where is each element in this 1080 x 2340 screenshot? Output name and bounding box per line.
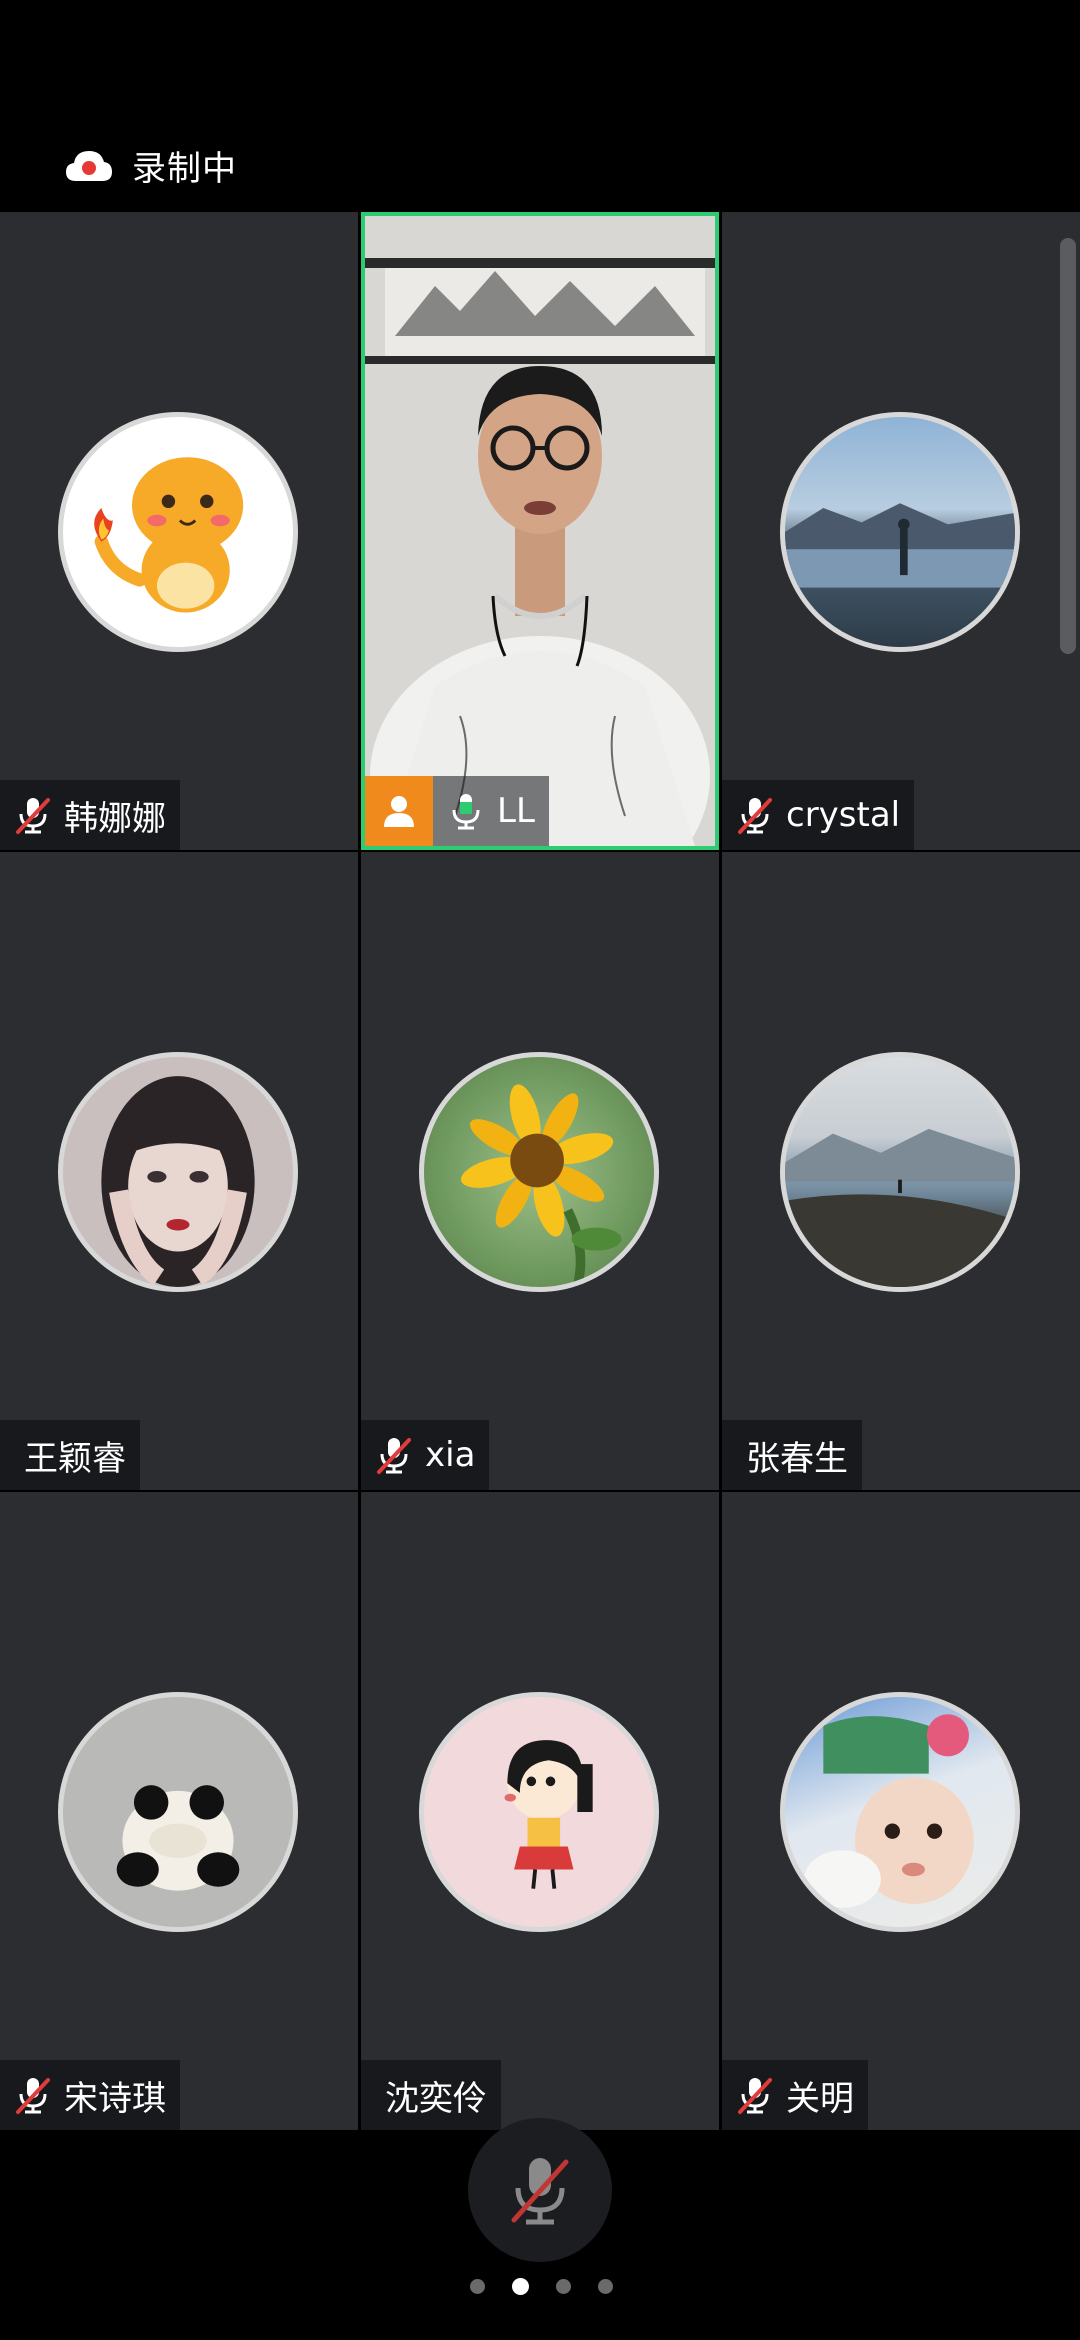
- page-indicator: [470, 2278, 613, 2295]
- participant-tile[interactable]: crystal: [722, 212, 1080, 850]
- muted-mic-icon: [16, 798, 50, 834]
- participant-name-tag: 王颖睿: [0, 1420, 140, 1490]
- page-dot-active[interactable]: [512, 2278, 529, 2295]
- panda-avatar: [58, 1692, 298, 1932]
- camera-video: LL: [365, 216, 715, 846]
- participant-tile[interactable]: 韩娜娜: [0, 212, 358, 850]
- page-dot[interactable]: [470, 2279, 485, 2294]
- muted-mic-icon: [511, 2158, 569, 2225]
- active-mic-icon: [452, 794, 480, 830]
- participant-name-tag: LL: [433, 776, 549, 846]
- participant-name: 王颖睿: [24, 1438, 126, 1479]
- page-dot[interactable]: [556, 2279, 571, 2294]
- girl-portrait-avatar: [58, 1052, 298, 1292]
- baby-avatar: [780, 1692, 1020, 1932]
- participant-name: 宋诗琪: [64, 2078, 166, 2119]
- participant-name-tag: xia: [361, 1420, 490, 1490]
- sunflower-avatar: [419, 1052, 659, 1292]
- participant-name: LL: [497, 791, 535, 831]
- participant-tile[interactable]: 张春生: [722, 852, 1080, 1490]
- participant-name: 沈奕伶: [385, 2078, 487, 2119]
- cloud-record-icon: [66, 151, 112, 181]
- participant-tile-active-speaker[interactable]: LL: [361, 212, 719, 850]
- participant-name: 韩娜娜: [64, 798, 166, 839]
- participant-tile[interactable]: xia: [361, 852, 719, 1490]
- participant-name: xia: [425, 1435, 476, 1475]
- charmander-avatar: [58, 412, 298, 652]
- cartoon-girl-avatar: [419, 1692, 659, 1932]
- participant-name-tag: 宋诗琪: [0, 2060, 180, 2130]
- participant-name: 张春生: [746, 1438, 848, 1479]
- recording-indicator[interactable]: 录制中: [64, 140, 237, 190]
- scrollbar[interactable]: [1060, 238, 1076, 654]
- participant-tile[interactable]: 王颖睿: [0, 852, 358, 1490]
- participant-tile[interactable]: 沈奕伶: [361, 1492, 719, 2130]
- participant-name: crystal: [786, 795, 901, 835]
- mountain-lake-avatar: [780, 1052, 1020, 1292]
- muted-mic-icon: [738, 798, 772, 834]
- participant-name-tag: crystal: [722, 780, 915, 850]
- mute-toggle-button[interactable]: [468, 2118, 612, 2262]
- lake-landscape-avatar: [780, 412, 1020, 652]
- recording-label: 录制中: [132, 148, 237, 189]
- participant-name-tag: 沈奕伶: [361, 2060, 501, 2130]
- participant-tile[interactable]: 宋诗琪: [0, 1492, 358, 2130]
- participant-name: 关明: [786, 2078, 854, 2119]
- person-icon: [384, 796, 414, 827]
- muted-mic-icon: [738, 2078, 772, 2114]
- participant-name-tag: 张春生: [722, 1420, 862, 1490]
- muted-mic-icon: [16, 2078, 50, 2114]
- host-badge: [365, 776, 433, 846]
- participant-grid: 韩娜娜 LL crystal 王颖睿 xia 张春生 宋诗琪 沈奕伶 关明: [0, 210, 1080, 2130]
- video-frame: [365, 216, 715, 846]
- muted-mic-icon: [377, 1438, 411, 1474]
- top-bar: 录制中: [0, 0, 1080, 210]
- page-dot[interactable]: [598, 2279, 613, 2294]
- participant-name-tag: 韩娜娜: [0, 780, 180, 850]
- participant-name-tag: 关明: [722, 2060, 868, 2130]
- participant-tile[interactable]: 关明: [722, 1492, 1080, 2130]
